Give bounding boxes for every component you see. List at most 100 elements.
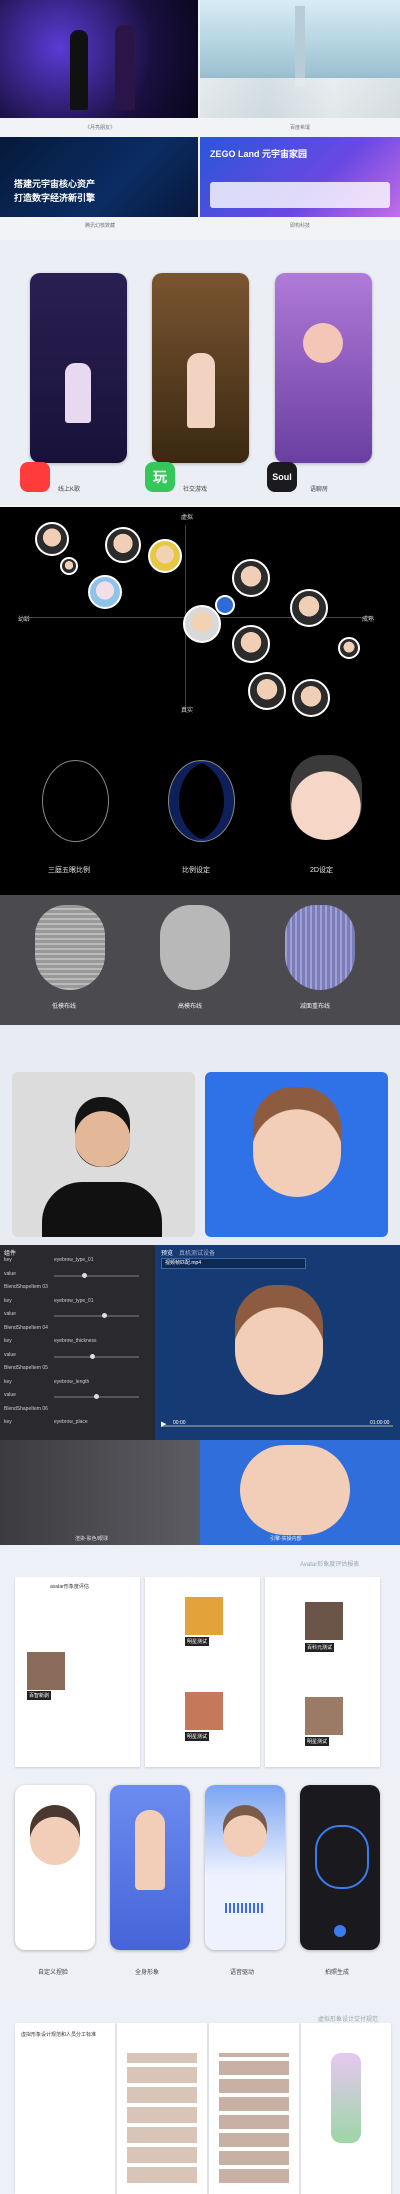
phone-custom-face: [15, 1785, 95, 1950]
control-row[interactable]: key eyebrow_place: [4, 1419, 154, 1429]
eval-tag-1: 百智新剥: [27, 1691, 52, 1700]
mesh-high-head: [160, 905, 230, 990]
photo-head: [75, 1097, 130, 1167]
slider-knob[interactable]: [94, 1394, 99, 1399]
control-value[interactable]: eyebrow_type_01: [54, 1298, 93, 1304]
eval-doc-2: 明星测试 明星测试: [145, 1577, 260, 1767]
value-slider[interactable]: [54, 1272, 139, 1278]
control-row: BlendShapeItem 03: [4, 1284, 154, 1294]
zego-title: ZEGO Land 元宇宙家园: [210, 149, 308, 159]
control-row: BlendShapeItem 04: [4, 1325, 154, 1335]
value-slider[interactable]: [54, 1394, 139, 1399]
eval-doc-photo-4: [305, 1602, 343, 1640]
eval-doc-photo-2: [185, 1597, 223, 1635]
mesh-retopo-head: [285, 905, 355, 990]
file-name: 视频帧匹配.mp4: [165, 1260, 202, 1266]
skeleton-figure: [331, 2053, 361, 2143]
control-value[interactable]: eyebrow_type_01: [54, 1257, 93, 1263]
label-face-thirds: 三庭五眼比例: [48, 867, 90, 874]
control-value[interactable]: eyebrow_thickness: [54, 1338, 97, 1344]
soul-app-icon: Soul: [267, 462, 297, 492]
avatar-head: [253, 1087, 341, 1197]
silhouette-right: [115, 25, 135, 110]
eval-doc-1: avatar形象度评估 百智新剥: [15, 1577, 140, 1767]
positioning-map: 虚拟 真实 幼龄 成熟: [0, 507, 400, 725]
play-app-icon: 玩: [145, 462, 175, 492]
banner-zego-land: ZEGO Land 元宇宙家园: [200, 137, 400, 217]
axis-label-bottom: 真实: [181, 708, 194, 714]
face-2d-design: [290, 755, 362, 840]
control-key: key: [4, 1297, 12, 1304]
custom-face-head: [30, 1805, 80, 1865]
control-row[interactable]: key eyebrow_thickness: [4, 1338, 154, 1348]
face-outline-thirds: [42, 760, 109, 842]
slider-knob[interactable]: [82, 1272, 87, 1278]
game-figure: [187, 353, 215, 428]
play-icon[interactable]: ▶: [161, 1420, 166, 1428]
avatar-4: [148, 539, 182, 573]
control-row[interactable]: key eyebrow_type_01: [4, 1257, 154, 1267]
avatar-5: [88, 575, 122, 609]
control-row[interactable]: key eyebrow_type_01: [4, 1298, 154, 1308]
render-skin-label: 渲染-肤色/眼球: [75, 1536, 109, 1542]
generated-avatar: [205, 1072, 388, 1237]
control-row[interactable]: value: [4, 1392, 154, 1402]
control-row[interactable]: value: [4, 1352, 154, 1362]
avatar-12: [248, 672, 286, 710]
control-row[interactable]: key eyebrow_length: [4, 1379, 154, 1389]
slider-knob[interactable]: [90, 1353, 95, 1359]
banner-baidu-xirang: [200, 0, 400, 118]
control-key: value: [4, 1311, 16, 1317]
design-doc-4: [301, 2023, 391, 2194]
shutter-button[interactable]: [334, 1925, 346, 1937]
control-key: BlendShapeItem 03: [4, 1284, 48, 1290]
banner-moon-friend: [0, 0, 198, 118]
eval-doc-3: 百科元测试 明星测试: [265, 1577, 380, 1767]
avatar-10: [232, 625, 270, 663]
evaluation-title: Avatar形象度评估报表: [300, 1562, 360, 1568]
voice-drive-head: [223, 1805, 267, 1857]
feature-label-custom-face: 自定义捏脸: [38, 1970, 69, 1976]
faces-grid-2: [219, 2053, 289, 2183]
tencent-line1: 搭建元宇宙核心资产: [14, 179, 96, 189]
avatar-7: [290, 589, 328, 627]
phone-full-body: [110, 1785, 190, 1950]
value-slider[interactable]: [54, 1313, 139, 1318]
face-proportions: 三庭五眼比例 比例设定 2D设定: [0, 725, 400, 895]
value-slider[interactable]: [54, 1353, 139, 1359]
face-outline-proportion: [168, 760, 235, 842]
control-row[interactable]: value: [4, 1311, 154, 1321]
eval-doc-photo-5: [305, 1697, 343, 1735]
eval-tag-5: 明星测试: [305, 1737, 330, 1746]
design-title: 虚拟形象设计交付规范: [318, 2017, 379, 2023]
banner-tencent-nft: 搭建元宇宙核心资产 打造数字经济新引擎: [0, 137, 198, 217]
avatar-2: [60, 557, 78, 575]
editor-preview: 预览 真机测试设备 视频帧匹配.mp4 ▶ 00:00 01:00:00: [155, 1245, 400, 1440]
control-key: key: [4, 1257, 12, 1263]
source-photo: [12, 1072, 195, 1237]
phone-voice-room: [275, 273, 372, 463]
control-key: value: [4, 1392, 16, 1398]
control-value[interactable]: eyebrow_place: [54, 1419, 88, 1425]
file-select[interactable]: 视频帧匹配.mp4: [161, 1258, 306, 1269]
panel-title: 组件: [4, 1251, 17, 1257]
slider-knob[interactable]: [102, 1313, 107, 1318]
tencent-line2: 打造数字经济新引擎: [14, 193, 96, 203]
control-key: key: [4, 1338, 12, 1344]
avatar-9: [215, 595, 235, 615]
engine-face: [240, 1445, 350, 1535]
voice-avatar: [303, 323, 343, 363]
playback-bar[interactable]: [161, 1425, 393, 1427]
label-mesh-retopo: 减面重布线: [300, 1004, 331, 1010]
app-label-karaoke: 线上K歌: [58, 487, 81, 493]
control-key: key: [4, 1419, 12, 1425]
control-value[interactable]: eyebrow_length: [54, 1379, 89, 1385]
editor-panel: 组件 key eyebrow_type_01 value BlendShapeItem…: [0, 1245, 155, 1440]
control-key: BlendShapeItem 06: [4, 1405, 48, 1412]
control-row[interactable]: value: [4, 1271, 154, 1281]
mesh-section: 低模布线 高模布线 减面重布线: [0, 895, 400, 1025]
caption-zego-land: 即构科技: [289, 223, 310, 229]
avatar-8: [183, 605, 221, 643]
avatar-1: [35, 522, 69, 556]
render-skin: 渲染-肤色/眼球: [0, 1440, 200, 1545]
